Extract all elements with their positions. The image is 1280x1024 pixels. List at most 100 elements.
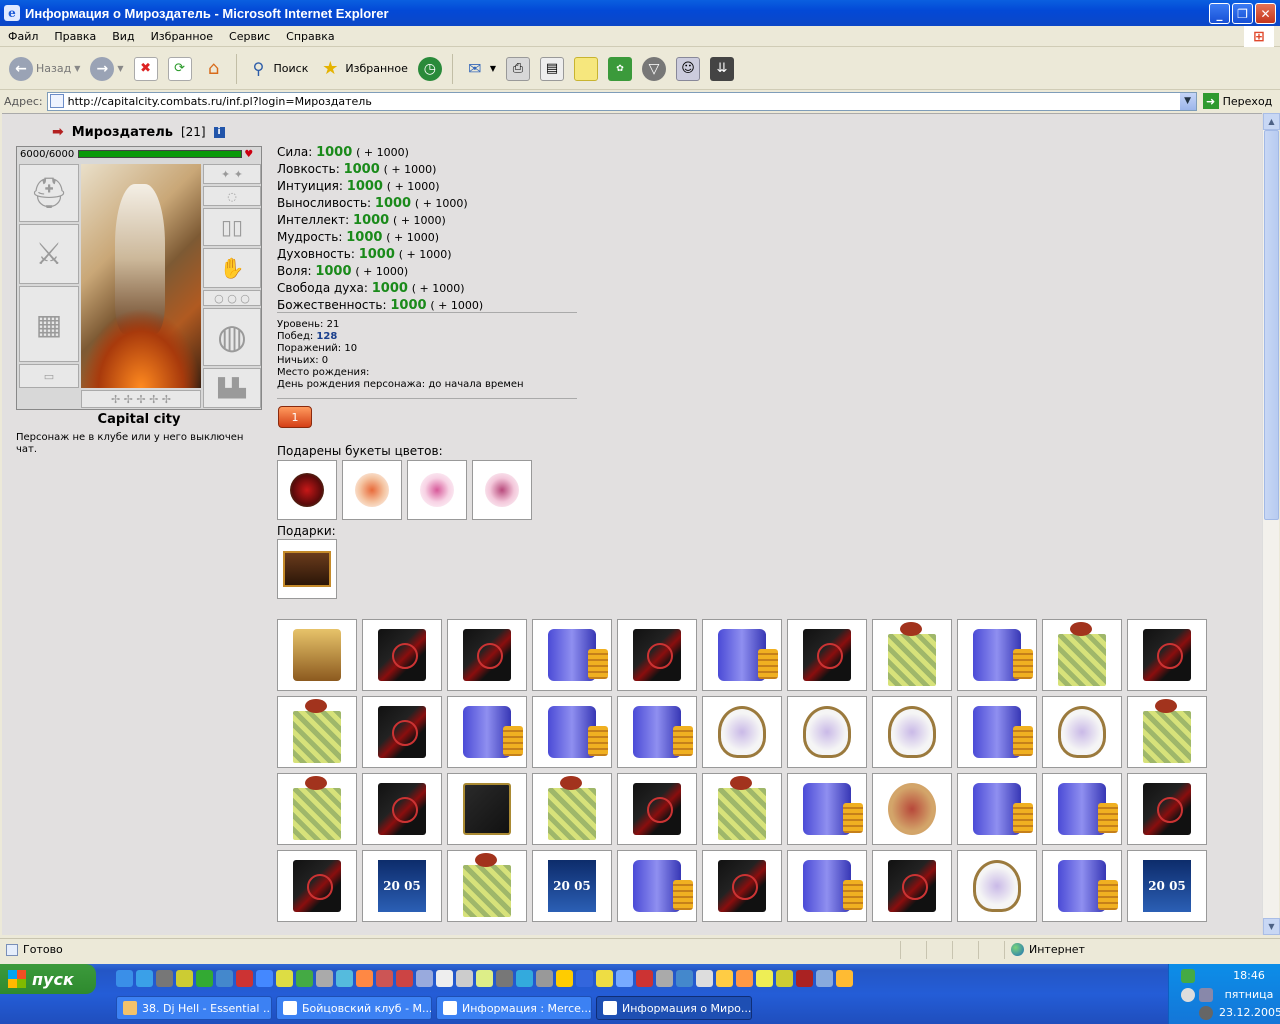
quick-launch-icon[interactable]	[736, 970, 753, 987]
armor-slot[interactable]: ▦	[19, 286, 79, 362]
quick-launch-icon[interactable]	[496, 970, 513, 987]
chevron-down-icon[interactable]: ▼	[74, 64, 80, 73]
quick-launch-icon[interactable]	[336, 970, 353, 987]
gift-item[interactable]	[787, 619, 867, 691]
notes-button[interactable]	[571, 52, 601, 86]
arrow-icon[interactable]: ➡	[52, 124, 64, 140]
quick-launch-icon[interactable]	[256, 970, 273, 987]
tray-app-icon[interactable]	[1199, 1006, 1213, 1020]
rings-slot[interactable]: ○ ○ ○	[203, 290, 261, 306]
gift-item[interactable]	[277, 773, 357, 845]
quick-launch-icon[interactable]	[676, 970, 693, 987]
gift-item[interactable]	[1042, 773, 1122, 845]
gift-item[interactable]	[362, 773, 442, 845]
mail-button[interactable]: ✉ ▼	[460, 52, 499, 86]
gift-item[interactable]	[277, 696, 357, 768]
clock-time[interactable]: 18:46	[1219, 969, 1279, 982]
belt-slot[interactable]: ▭	[19, 364, 79, 388]
flower-roses[interactable]	[277, 460, 337, 520]
gift-item[interactable]	[617, 850, 697, 922]
gift-item[interactable]	[277, 619, 357, 691]
task-button-info-merce[interactable]: Информация : Merce...	[436, 996, 592, 1020]
network-icon[interactable]	[1181, 969, 1195, 983]
icq-button[interactable]: ✿	[605, 52, 635, 86]
quick-launch-icon[interactable]	[416, 970, 433, 987]
quick-launch-icon[interactable]	[436, 970, 453, 987]
quick-launch-icon[interactable]	[376, 970, 393, 987]
flower-orchid[interactable]	[472, 460, 532, 520]
quick-launch-icon[interactable]	[196, 970, 213, 987]
spell-slots[interactable]: ✢ ✢ ✢ ✢ ✢	[81, 390, 201, 408]
stop-button[interactable]: ✖	[131, 52, 161, 86]
quick-launch-icon[interactable]	[696, 970, 713, 987]
quick-launch-icon[interactable]	[756, 970, 773, 987]
quick-launch-icon[interactable]	[316, 970, 333, 987]
quick-launch-icon[interactable]	[836, 970, 853, 987]
gift-item[interactable]: 20 05	[362, 850, 442, 922]
quick-launch-icon[interactable]	[356, 970, 373, 987]
flower-magnolia[interactable]	[407, 460, 467, 520]
quick-launch-icon[interactable]	[136, 970, 153, 987]
quick-launch-icon[interactable]	[616, 970, 633, 987]
gift-item[interactable]	[787, 773, 867, 845]
address-input[interactable]: http://capitalcity.combats.ru/inf.pl?log…	[46, 91, 1197, 111]
gift-item[interactable]	[702, 773, 782, 845]
gift-item[interactable]	[872, 619, 952, 691]
quick-launch-icon[interactable]	[816, 970, 833, 987]
favorites-button[interactable]: ★ Избранное	[315, 52, 410, 86]
gift-item[interactable]	[702, 850, 782, 922]
gift-item[interactable]	[1127, 696, 1207, 768]
weapon-slot[interactable]: ⚔	[19, 224, 79, 284]
go-button[interactable]: ➜ Переход	[1202, 93, 1272, 109]
menu-edit[interactable]: Правка	[46, 30, 104, 43]
boots-slot[interactable]: ▙▙	[203, 368, 261, 408]
chevron-down-icon[interactable]: ▼	[1179, 92, 1196, 110]
gift-item[interactable]	[957, 773, 1037, 845]
gift-item[interactable]	[617, 696, 697, 768]
quick-launch-icon[interactable]	[716, 970, 733, 987]
gift-item[interactable]	[447, 773, 527, 845]
menu-help[interactable]: Справка	[278, 30, 342, 43]
quick-launch-icon[interactable]	[576, 970, 593, 987]
quick-launch-icon[interactable]	[536, 970, 553, 987]
quick-launch-icon[interactable]	[456, 970, 473, 987]
quick-launch-icon[interactable]	[156, 970, 173, 987]
back-button[interactable]: ← Назад ▼	[6, 52, 83, 86]
menu-file[interactable]: Файл	[0, 30, 46, 43]
gift-item[interactable]	[1127, 773, 1207, 845]
menu-tools[interactable]: Сервис	[221, 30, 278, 43]
info-icon[interactable]: i	[213, 126, 225, 138]
minimize-button[interactable]: _	[1209, 3, 1230, 24]
refresh-button[interactable]: ⟳	[165, 52, 195, 86]
close-button[interactable]: ✕	[1255, 3, 1276, 24]
gift-item[interactable]	[787, 696, 867, 768]
scroll-thumb[interactable]	[1264, 130, 1279, 520]
gift-item[interactable]	[532, 619, 612, 691]
quick-launch-icon[interactable]	[656, 970, 673, 987]
home-button[interactable]: ⌂	[199, 52, 229, 86]
task-button-music[interactable]: 38. Dj Hell - Essential ...	[116, 996, 272, 1020]
gift-item[interactable]	[1042, 619, 1122, 691]
gift-item[interactable]: 20 05	[532, 850, 612, 922]
gift-item[interactable]	[702, 619, 782, 691]
history-button[interactable]: ◷	[415, 52, 445, 86]
vertical-scrollbar[interactable]: ▲ ▼	[1262, 113, 1280, 935]
chevron-down-icon[interactable]: ▼	[490, 64, 496, 73]
gloves-slot[interactable]: ✋	[203, 248, 261, 288]
gift-item[interactable]: 20 05	[1127, 850, 1207, 922]
gift-item[interactable]	[447, 619, 527, 691]
tool-button[interactable]: ⇊	[707, 52, 737, 86]
edit-button[interactable]: ▤	[537, 52, 567, 86]
quick-launch-icon[interactable]	[296, 970, 313, 987]
print-button[interactable]: ⎙	[503, 52, 533, 86]
quick-launch-icon[interactable]	[596, 970, 613, 987]
amulet-slot[interactable]: ✦ ✦	[203, 164, 261, 184]
chevron-down-icon[interactable]: ▼	[117, 64, 123, 73]
quick-launch-icon[interactable]	[396, 970, 413, 987]
scroll-up-icon[interactable]: ▲	[1263, 113, 1280, 130]
quick-launch-icon[interactable]	[796, 970, 813, 987]
gift-item[interactable]	[1042, 696, 1122, 768]
quick-launch-icon[interactable]	[176, 970, 193, 987]
gift-item[interactable]	[872, 773, 952, 845]
gift-item[interactable]	[1042, 850, 1122, 922]
